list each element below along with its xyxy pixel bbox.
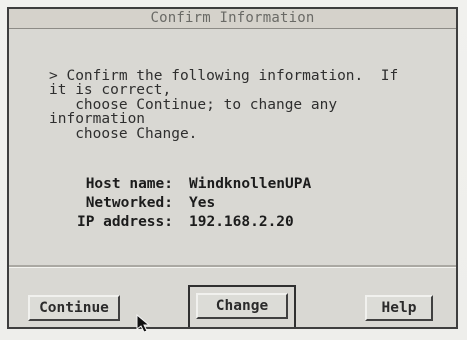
host-name-value: WindknollenUPA [189,176,312,192]
change-button[interactable]: Change [196,293,288,319]
networked-label: Networked: [85,195,173,211]
mouse-pointer-icon [136,314,151,332]
networked-value: Yes [189,195,216,211]
dialog-content: > Confirm the following information. If … [9,29,456,269]
continue-button[interactable]: Continue [28,295,120,321]
help-button[interactable]: Help [365,295,433,321]
ip-address-label: IP address: [76,214,173,230]
instruction-text: > Confirm the following information. If … [49,68,399,142]
host-name-label: Host name: [85,176,173,192]
ip-address-value: 192.168.2.20 [189,214,294,230]
confirm-dialog: Confirm Information > Confirm the follow… [7,7,458,329]
default-button-outline: Change [188,285,296,327]
footer-separator [9,265,456,268]
screen: Confirm Information > Confirm the follow… [0,0,467,340]
button-bar: Continue Change Help [9,269,456,327]
window-title: Confirm Information [9,9,456,29]
